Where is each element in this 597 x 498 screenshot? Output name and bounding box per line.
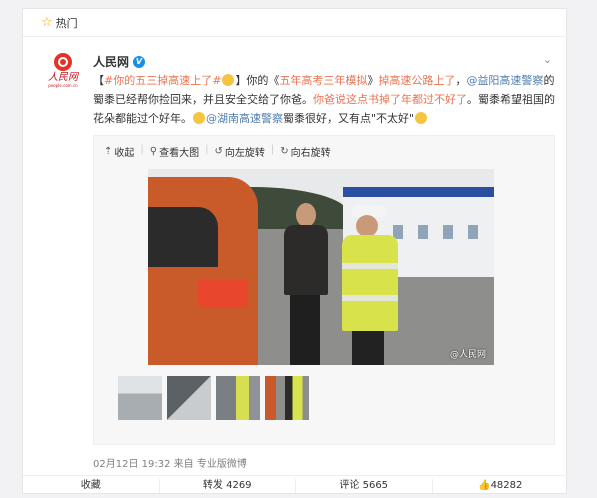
magnifier-icon: ⚲ (149, 146, 158, 157)
rotate-right-button[interactable]: ↻ 向右旋转 (280, 144, 330, 159)
collapse-label: 收起 (114, 148, 135, 159)
favorite-button[interactable]: 收藏 (23, 478, 160, 493)
text-fragment: 】你的《 (235, 74, 280, 87)
officer-vest (342, 235, 398, 331)
post-meta: 02月12日 19:32 来自 专业版微博 (93, 455, 247, 470)
star-icon: ☆ (41, 15, 53, 30)
photo-car (148, 177, 258, 365)
view-large-label: 查看大图 (159, 148, 200, 159)
text-fragment: 》 (367, 74, 379, 87)
like-count: 48282 (490, 479, 523, 491)
collapse-icon: ⇡ (104, 146, 113, 157)
view-large-button[interactable]: ⚲ 查看大图 (150, 144, 199, 159)
thumbs-up-icon: 👍 (478, 479, 491, 491)
repost-button[interactable]: 转发 4269 (160, 478, 296, 493)
rotate-right-icon: ↻ (280, 146, 289, 157)
thumbnail-image (265, 376, 309, 420)
post-date[interactable]: 02月12日 19:32 (93, 459, 170, 470)
emoji-icon (222, 74, 235, 86)
photo-man (284, 203, 328, 365)
hot-label: 热门 (55, 16, 78, 30)
people-daily-logo-icon (54, 53, 72, 71)
avatar[interactable]: 人民网 people.com.cn (43, 53, 83, 93)
text-fragment: 【 (93, 74, 104, 87)
comment-button[interactable]: 评论 5665 (296, 478, 433, 493)
man-legs (290, 295, 320, 365)
thumbnail-image (118, 376, 162, 420)
text-fragment: 蜀黍很好，又有点"不太好" (283, 112, 415, 125)
thumbnail-1[interactable] (118, 376, 162, 420)
hot-feed-header[interactable]: ☆ 热门 (23, 9, 568, 37)
emoji-icon (193, 112, 205, 124)
post-text: 【#你的五三掉高速上了# 】你的《五年高考三年模拟》掉高速公路上了，@益阳高速警察… (93, 71, 555, 128)
vest-stripe (342, 295, 398, 301)
post-source[interactable]: 来自 专业版微博 (174, 459, 247, 470)
officer-face (356, 215, 378, 237)
user-line: 人民网 V (93, 53, 146, 70)
man-body (284, 225, 328, 295)
repost-label: 转发 4269 (202, 479, 252, 491)
building-roof (343, 187, 494, 197)
man-head (296, 203, 316, 227)
building-window (443, 225, 453, 239)
rotate-right-label: 向右旋转 (290, 148, 331, 159)
user-name[interactable]: 人民网 (93, 53, 129, 70)
rotate-left-label: 向左旋转 (224, 148, 265, 159)
text-fragment: ， (455, 74, 467, 87)
officer-legs (352, 331, 384, 365)
thumbnail-image (216, 376, 260, 420)
thumbnail-2[interactable] (167, 376, 211, 420)
media-viewer: ⇡ 收起 | ⚲ 查看大图 | ↺ 向左旋转 | ↻ 向右旋转 @人民网 (93, 135, 555, 445)
comment-label: 评论 5665 (339, 479, 389, 491)
mention-link-yiyang[interactable]: @益阳高速警察 (466, 74, 543, 87)
logo-script: 人民网 (48, 72, 78, 83)
car-window (148, 207, 218, 267)
verified-icon: V (133, 55, 146, 68)
photo-watermark: @人民网 (449, 350, 486, 360)
favorite-label: 收藏 (80, 479, 101, 491)
media-toolbar: ⇡ 收起 | ⚲ 查看大图 | ↺ 向左旋转 | ↻ 向右旋转 (104, 144, 331, 159)
thumbnail-4-selected[interactable] (265, 376, 309, 420)
logo-url: people.com.cn (48, 83, 78, 88)
emoji-icon (415, 112, 428, 124)
book-title: 五年高考三年模拟 (279, 74, 368, 87)
car-taillight (198, 279, 248, 307)
divider: | (270, 144, 275, 155)
building-window (468, 225, 478, 239)
highlight-quote: 你爸说这点书掉了年都过不好了 (313, 93, 467, 106)
photo-officer (338, 205, 400, 365)
thumbnail-strip (118, 376, 309, 420)
like-button[interactable]: 👍48282 (433, 479, 569, 493)
thumbnail-3[interactable] (216, 376, 260, 420)
chevron-down-icon[interactable]: ⌄ (543, 53, 552, 66)
rotate-left-button[interactable]: ↺ 向左旋转 (214, 144, 264, 159)
weibo-card: ☆ 热门 人民网 people.com.cn 人民网 V ⌄ 【#你的五三掉高速… (22, 8, 568, 495)
topic-link[interactable]: #你的五三掉高速上了# (104, 74, 221, 87)
main-photo[interactable]: @人民网 (148, 169, 494, 365)
mention-link-hunan[interactable]: @湖南高速警察 (206, 112, 283, 125)
rotate-left-icon: ↺ (214, 146, 223, 157)
divider: | (140, 144, 144, 155)
collapse-button[interactable]: ⇡ 收起 (104, 144, 134, 159)
thumbnail-image (167, 376, 211, 420)
highlight-text: 掉高速公路上了 (378, 74, 456, 87)
vest-stripe (342, 263, 398, 269)
action-bar: 收藏 转发 4269 评论 5665 👍48282 (23, 475, 568, 495)
divider: | (205, 144, 209, 155)
building-window (418, 225, 428, 239)
